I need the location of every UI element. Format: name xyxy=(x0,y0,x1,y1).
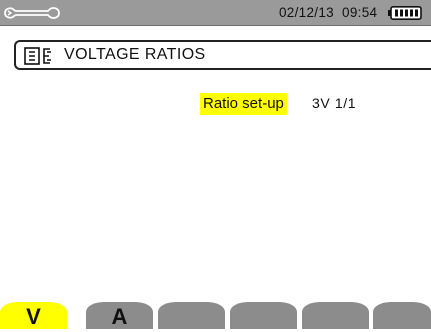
tab-v[interactable]: V xyxy=(0,302,67,329)
tab-empty-3[interactable] xyxy=(158,302,225,329)
wrench-icon[interactable] xyxy=(4,5,60,21)
ratio-setup-value[interactable]: 3V 1/1 xyxy=(312,95,356,111)
tab-empty-5[interactable] xyxy=(302,302,369,329)
title-bar: VOLTAGE RATIOS xyxy=(14,40,431,70)
tab-empty-6[interactable] xyxy=(373,302,431,329)
voltage-ratio-icon xyxy=(24,47,51,65)
tab-v-label: V xyxy=(26,304,41,329)
tab-a[interactable]: A xyxy=(86,302,153,329)
page-title: VOLTAGE RATIOS xyxy=(64,46,206,63)
tab-a-label: A xyxy=(111,304,128,329)
status-bar: 02/12/13 09:54 xyxy=(0,0,431,26)
battery-full-icon xyxy=(388,6,422,20)
datetime: 02/12/13 09:54 xyxy=(279,5,378,20)
ratio-setup-label[interactable]: Ratio set-up xyxy=(200,93,287,115)
tab-empty-4[interactable] xyxy=(230,302,297,329)
